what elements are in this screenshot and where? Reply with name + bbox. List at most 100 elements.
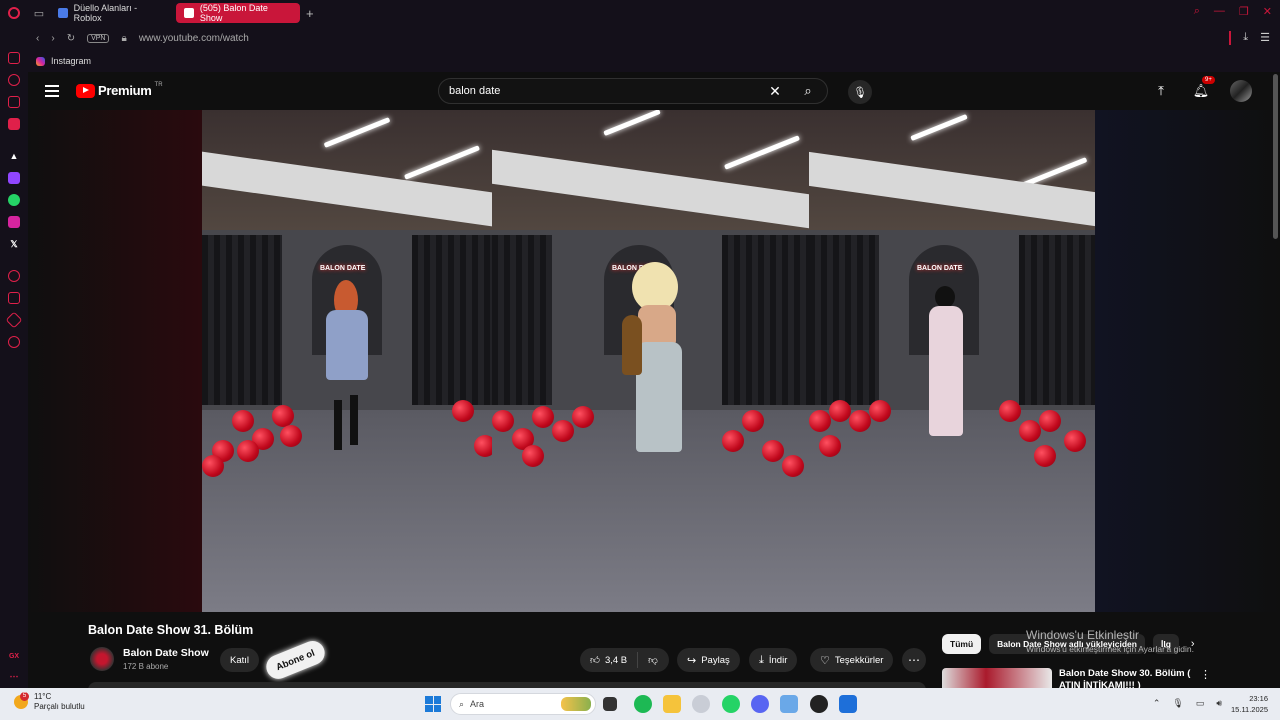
balloon: [552, 420, 574, 442]
recommended-thumbnail[interactable]: [942, 668, 1052, 688]
twitch-outline-icon[interactable]: [8, 96, 20, 108]
gx-icon[interactable]: GX: [8, 650, 20, 662]
chip-all[interactable]: Tümü: [942, 634, 982, 654]
roblox-studio-icon[interactable]: [839, 695, 857, 713]
network-icon[interactable]: ▭: [1196, 698, 1205, 709]
join-button[interactable]: Katıl: [220, 648, 260, 672]
download-icon[interactable]: ⤓: [1243, 31, 1248, 45]
join-label: Katıl: [230, 654, 250, 666]
account-avatar[interactable]: [1230, 80, 1252, 102]
forward-icon[interactable]: ›: [51, 33, 54, 44]
channel-avatar[interactable]: [90, 647, 114, 671]
minimize-icon[interactable]: —: [1214, 5, 1225, 18]
instagram-sidebar-icon[interactable]: [8, 216, 20, 228]
like-button[interactable]: 👍︎ 3,4 B: [580, 652, 638, 668]
task-view-icon[interactable]: [603, 697, 617, 711]
balloon: [280, 425, 302, 447]
activation-hint: Windows'u etkinleştirmek için Ayarlar'a …: [1026, 644, 1194, 654]
url-field[interactable]: www.youtube.com/watch: [139, 33, 249, 44]
opera-logo-icon[interactable]: [0, 0, 28, 26]
tab-roblox[interactable]: Düello Alanları - Roblox: [50, 3, 172, 23]
file-explorer-icon[interactable]: [663, 695, 681, 713]
start-button-icon[interactable]: [425, 696, 441, 712]
tab-label: (505) Balon Date Show: [199, 3, 268, 23]
channel-name[interactable]: Balon Date Show: [123, 647, 209, 659]
whatsapp-icon[interactable]: [8, 194, 20, 206]
recommended-title[interactable]: Balon Date Show 30. Bölüm ( ATIN İNTİKAM…: [1059, 668, 1199, 688]
discord-icon[interactable]: [751, 695, 769, 713]
dislike-button[interactable]: 👎︎: [638, 654, 668, 666]
share-button[interactable]: ↪ Paylaş: [677, 648, 740, 672]
balloon: [202, 455, 224, 477]
opera-gx-taskbar-icon[interactable]: [692, 695, 710, 713]
volume-icon[interactable]: 🔊︎: [1216, 698, 1222, 709]
upload-icon[interactable]: ⤒: [1150, 80, 1172, 102]
clear-search-icon[interactable]: ✕: [761, 83, 789, 100]
thanks-button[interactable]: ♡ Teşekkürler: [810, 648, 894, 672]
tab-youtube[interactable]: (505) Balon Date Show: [176, 3, 300, 23]
whatsapp-taskbar-icon[interactable]: [722, 695, 740, 713]
guide-menu-icon[interactable]: [45, 85, 59, 100]
youtube-logo[interactable]: Premium TR: [76, 82, 163, 98]
contestant: [929, 306, 963, 436]
neon-sign: BALON DATE: [917, 265, 963, 272]
spotify-icon[interactable]: [634, 695, 652, 713]
settings-icon[interactable]: [8, 336, 20, 348]
balloon: [474, 435, 492, 457]
notifications-badge: 9+: [1202, 76, 1215, 84]
more-sidebar-icon[interactable]: ⋯: [8, 670, 20, 682]
subscribe-button[interactable]: Abone ol: [262, 637, 328, 683]
taskbar-search[interactable]: ⌕ Ara: [450, 693, 596, 715]
more-actions-icon[interactable]: ⋯: [902, 648, 926, 672]
aria-icon[interactable]: ▲: [8, 150, 20, 162]
weather-widget[interactable]: 5 11°C Parçalı bulutlu: [14, 692, 85, 712]
close-icon[interactable]: ✕: [1263, 5, 1272, 18]
activation-title: Windows'u Etkinleştir: [1026, 628, 1139, 642]
reload-icon[interactable]: ↻: [67, 33, 75, 44]
windows-taskbar: 5 11°C Parçalı bulutlu ⌕ Ara ⌃ 🎙︎ ▭ 🔊︎ 2…: [0, 688, 1280, 720]
back-icon[interactable]: ‹: [36, 33, 39, 44]
curtain: [412, 235, 492, 405]
bookmark-icon[interactable]: [8, 292, 20, 304]
voice-search-icon[interactable]: 🎙︎: [848, 80, 872, 104]
history-icon[interactable]: [8, 270, 20, 282]
search-icon[interactable]: ⌕: [789, 83, 827, 99]
video-player[interactable]: BALON DATE BALON DATE BALON DATE: [202, 110, 1095, 612]
ambient-glow-right: [1095, 110, 1280, 612]
recommended-more-icon[interactable]: ⋮: [1200, 668, 1211, 681]
gx-control-icon[interactable]: [8, 52, 20, 64]
x-twitter-icon[interactable]: 𝕏: [8, 238, 20, 250]
menu-icon[interactable]: ☰: [1260, 31, 1270, 45]
twitch-icon[interactable]: [8, 172, 20, 184]
search-tabs-icon[interactable]: ⌕: [1194, 5, 1200, 18]
contestant-head: [935, 286, 955, 308]
vpn-badge[interactable]: VPN: [87, 33, 110, 43]
maximize-icon[interactable]: ❐: [1239, 5, 1249, 18]
gx-corner-icon[interactable]: [8, 74, 20, 86]
speaker-icon: [184, 8, 194, 18]
search-input[interactable]: balon date: [449, 85, 761, 97]
new-tab-button[interactable]: +: [306, 6, 314, 21]
steam-icon[interactable]: [810, 695, 828, 713]
balloon: [1064, 430, 1086, 452]
bookmark-instagram[interactable]: Instagram: [51, 56, 91, 66]
accent-bar: [1229, 31, 1232, 45]
microphone-icon[interactable]: 🎙︎: [1172, 698, 1183, 709]
notifications-icon[interactable]: 🔔︎ 9+: [1190, 76, 1215, 102]
player-icon[interactable]: [8, 118, 20, 130]
taskbar-clock[interactable]: 23:16 15.11.2025: [1231, 693, 1268, 715]
weather-sun-icon: 5: [14, 692, 29, 709]
address-bar-tools: ⤓ ☰: [1229, 31, 1270, 45]
tab-menu-icon[interactable]: ▭: [28, 7, 50, 20]
page-scrollbar[interactable]: [1273, 74, 1278, 239]
extensions-icon[interactable]: [5, 311, 23, 329]
balloon: [722, 430, 744, 452]
chevron-up-icon[interactable]: ⌃: [1153, 698, 1161, 709]
curtain: [1019, 235, 1095, 405]
settings-taskbar-icon[interactable]: [780, 695, 798, 713]
youtube-page: Premium TR balon date ✕ ⌕ 🎙︎ ⤒ 🔔︎ 9+ BAL…: [28, 72, 1280, 688]
download-button[interactable]: ⤓ İndir: [749, 648, 798, 672]
instagram-icon: [36, 56, 45, 66]
balloon: [532, 406, 554, 428]
like-dislike-group: 👍︎ 3,4 B 👎︎: [580, 648, 669, 672]
